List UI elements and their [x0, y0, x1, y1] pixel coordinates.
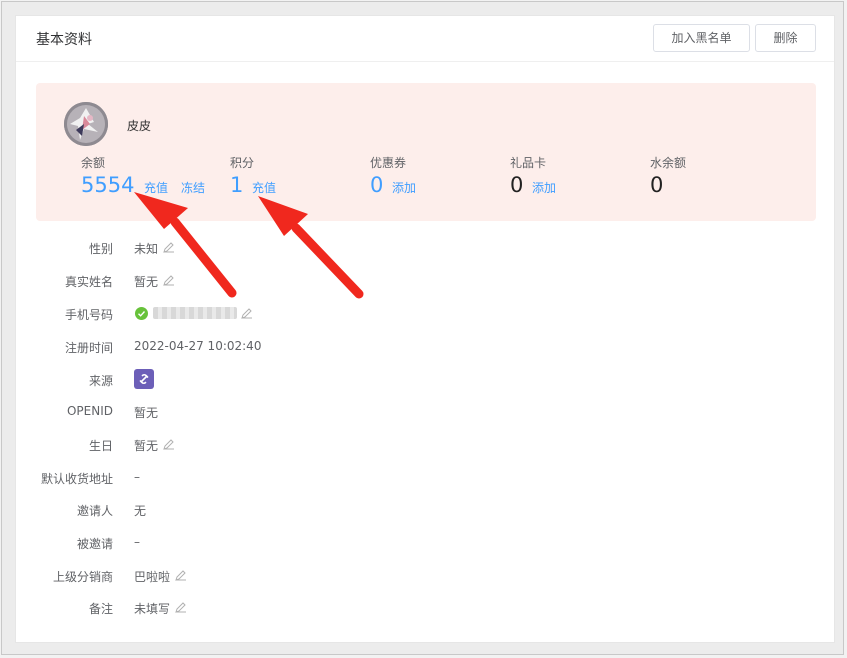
phone-label: 手机号码: [64, 308, 113, 322]
avatar-image: [64, 102, 108, 146]
real-name-edit-icon[interactable]: [163, 274, 175, 286]
basic-info-card: 基本资料 加入黑名单 删除 皮皮 余额 5554 充值 冻结 积分 1 充值 优…: [15, 15, 835, 643]
register-time-value: 2022-04-27 10:02:40: [134, 339, 262, 353]
birthday-label: 生日: [88, 439, 113, 453]
screenshot-frame: 基本资料 加入黑名单 删除 皮皮 余额 5554 充值 冻结 积分 1 充值 优…: [1, 1, 844, 655]
mini-program-link-icon: [134, 369, 154, 389]
openid-value: 暂无: [134, 406, 159, 420]
phone-edit-icon[interactable]: [241, 307, 253, 319]
water-balance-label: 水余额: [650, 156, 687, 170]
gender-edit-icon[interactable]: [163, 241, 175, 253]
gift-cards-add-link[interactable]: 添加: [532, 179, 556, 196]
coupons-add-link[interactable]: 添加: [392, 179, 416, 196]
distributor-value: 巴啦啦: [134, 570, 171, 584]
avatar: [64, 102, 108, 146]
gift-cards-value: 0: [510, 173, 524, 197]
remark-value: 未填写: [134, 602, 171, 616]
address-label: 默认收货地址: [40, 472, 113, 486]
balance-label: 余额: [81, 156, 106, 170]
remark-label: 备注: [88, 602, 113, 616]
balance-freeze-link[interactable]: 冻结: [181, 179, 205, 196]
invited-label: 被邀请: [76, 537, 113, 551]
inviter-label: 邀请人: [76, 504, 113, 518]
address-value: –: [134, 470, 140, 484]
balance-recharge-link[interactable]: 充值: [144, 179, 168, 196]
points-recharge-link[interactable]: 充值: [252, 179, 276, 196]
birthday-value: 暂无: [134, 439, 159, 453]
real-name-label: 真实姓名: [64, 275, 113, 289]
card-title: 基本资料: [36, 32, 92, 48]
account-summary: 皮皮 余额 5554 充值 冻结 积分 1 充值 优惠券 0 添加 礼品卡 0 …: [36, 83, 816, 221]
source-label: 来源: [88, 374, 113, 388]
distributor-label: 上级分销商: [52, 570, 113, 584]
coupons-value: 0: [370, 173, 384, 197]
gift-cards-label: 礼品卡: [510, 156, 547, 170]
balance-value: 5554: [81, 173, 135, 197]
phone-number-masked: [153, 307, 237, 319]
water-balance-value: 0: [650, 173, 664, 197]
remark-edit-icon[interactable]: [175, 601, 187, 613]
birthday-edit-icon[interactable]: [163, 438, 175, 450]
gender-label: 性别: [88, 242, 113, 256]
real-name-value: 暂无: [134, 275, 159, 289]
openid-label: OPENID: [66, 404, 113, 418]
check-circle-icon: [135, 307, 148, 320]
points-value: 1: [230, 173, 244, 197]
nickname: 皮皮: [127, 119, 152, 133]
invited-value: –: [134, 535, 140, 549]
gender-value: 未知: [134, 242, 159, 256]
add-to-blacklist-button[interactable]: 加入黑名单: [653, 24, 750, 52]
inviter-value: 无: [134, 504, 147, 518]
coupons-label: 优惠券: [370, 156, 407, 170]
delete-button[interactable]: 删除: [755, 24, 816, 52]
points-label: 积分: [230, 156, 255, 170]
card-header: 基本资料 加入黑名单 删除: [16, 16, 834, 62]
register-time-label: 注册时间: [64, 341, 113, 355]
distributor-edit-icon[interactable]: [175, 569, 187, 581]
